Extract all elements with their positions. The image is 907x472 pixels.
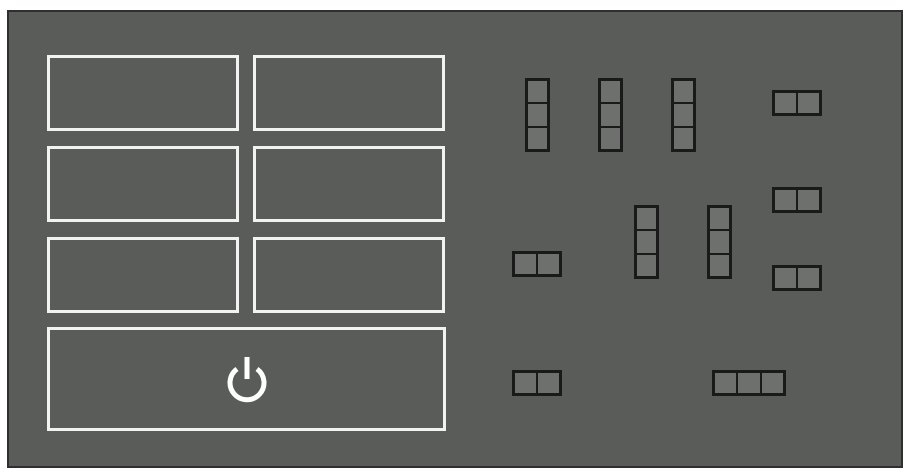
slot-cell [760,372,784,394]
power-icon [227,357,266,403]
slot-cell [537,372,560,394]
keypad-key-3[interactable] [47,146,239,222]
slot-cell [797,92,820,114]
slot-cell [673,80,694,104]
slot-cell [709,207,730,231]
slot-horizontal-2[interactable] [772,187,822,213]
slot-horizontal-5[interactable] [512,370,562,396]
slot-cell [527,126,548,150]
slot-cell [636,230,657,254]
slot-horizontal-6[interactable] [712,370,786,396]
keypad-key-6[interactable] [253,237,445,313]
slot-cell [774,189,797,211]
slot-cell [600,126,621,150]
keypad-key-4[interactable] [253,146,445,222]
slot-cell [709,253,730,277]
slot-vertical-1[interactable] [525,78,550,152]
slot-vertical-3[interactable] [671,78,696,152]
slot-cell [636,253,657,277]
slot-cell [774,267,797,289]
slot-cell [709,230,730,254]
slot-cell [673,103,694,127]
slot-horizontal-4[interactable] [772,265,822,291]
slot-cell [714,372,738,394]
slot-cell [537,253,560,275]
slot-cell [673,126,694,150]
slot-horizontal-3[interactable] [512,251,562,277]
slot-cell [600,103,621,127]
keypad-key-5[interactable] [47,237,239,313]
slot-cell [797,189,820,211]
slot-cell [527,103,548,127]
slot-cell [774,92,797,114]
slot-cell [636,207,657,231]
slot-horizontal-1[interactable] [772,90,822,116]
slot-cell [514,253,537,275]
power-button[interactable] [47,327,446,431]
slot-cell [600,80,621,104]
slot-vertical-5[interactable] [707,205,732,279]
slot-cell [514,372,537,394]
slot-cell [527,80,548,104]
slot-vertical-4[interactable] [634,205,659,279]
slot-vertical-2[interactable] [598,78,623,152]
slot-cell [797,267,820,289]
keypad-key-2[interactable] [253,55,445,131]
slot-cell [737,372,761,394]
keypad-key-1[interactable] [47,55,239,131]
